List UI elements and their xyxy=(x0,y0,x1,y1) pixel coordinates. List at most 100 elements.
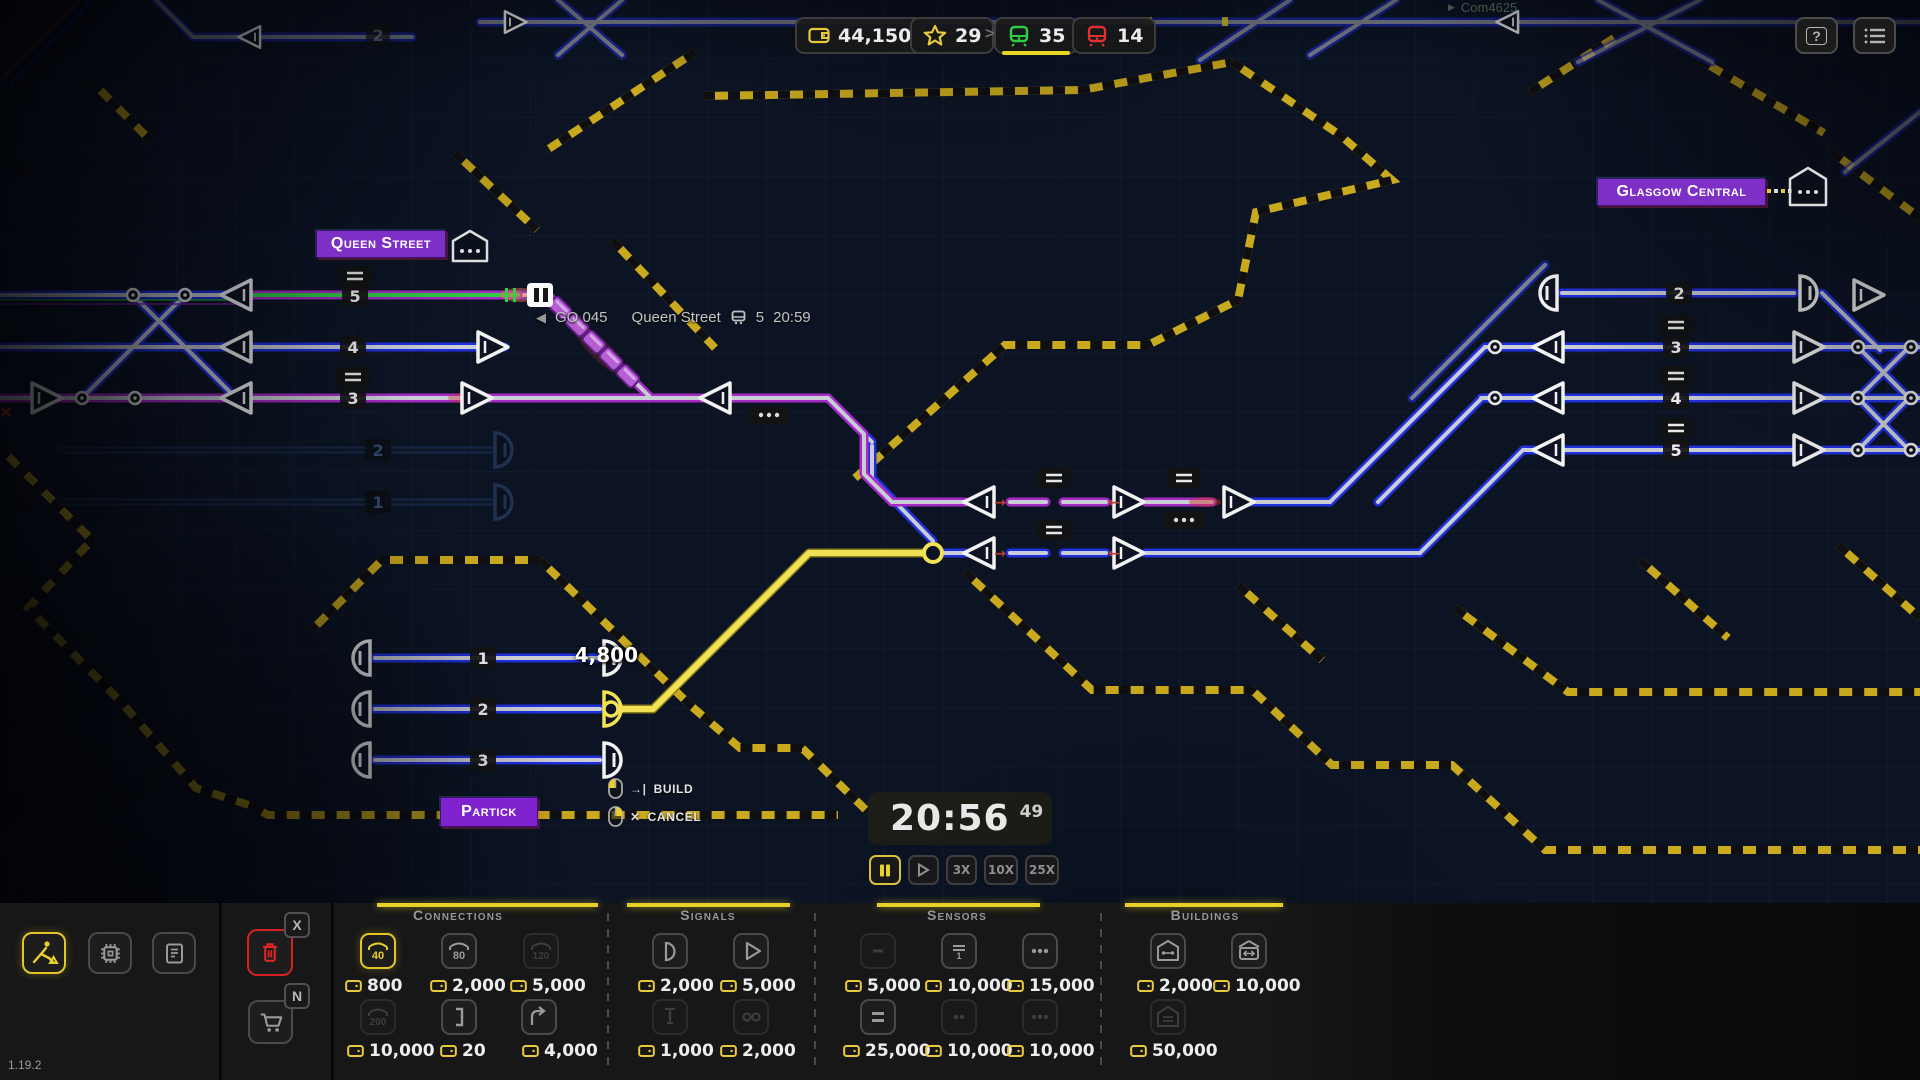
equals-icon xyxy=(872,1012,884,1022)
trains-inactive-badge[interactable]: 14 xyxy=(1072,17,1157,54)
price-tag: 10,000 xyxy=(925,976,1013,996)
price-tag: 5,000 xyxy=(845,976,921,996)
build-cost: 4,800 xyxy=(574,643,638,667)
build-node[interactable] xyxy=(922,542,944,564)
section-title-buildings: Buildings xyxy=(1170,907,1240,923)
trains-inactive-value: 14 xyxy=(1117,24,1144,47)
tool-connection-40[interactable]: 40 xyxy=(360,933,396,969)
back-arrow-icon[interactable]: ◀ xyxy=(536,310,546,326)
signal-triangle-icon xyxy=(745,941,762,961)
platform-number: 4 xyxy=(347,338,358,357)
sensor-icon[interactable] xyxy=(749,406,789,424)
platform-number-ghost: 1 xyxy=(372,493,383,512)
money-badge[interactable]: 44,150 xyxy=(795,17,925,54)
tool-auto-signal[interactable] xyxy=(733,933,769,969)
active-underline xyxy=(1002,51,1071,55)
sensor-icon[interactable] xyxy=(1164,511,1204,529)
help-icon: ? xyxy=(1806,26,1827,45)
speed-25x-button[interactable]: 25X xyxy=(1025,855,1059,885)
buffer-cap[interactable] xyxy=(1538,274,1559,312)
pause-button[interactable] xyxy=(869,855,901,885)
section-divider xyxy=(1100,913,1102,1070)
buffer-cap-highlighted[interactable] xyxy=(602,690,623,728)
journal-mode-button[interactable] xyxy=(152,932,196,974)
track-map[interactable]: 5 4 3 2 1 2 2 3 4 5 1 2 3 → ← → ← xyxy=(0,0,1920,903)
buffer-cap[interactable] xyxy=(351,741,372,779)
buffer-cap[interactable] xyxy=(602,741,623,779)
play-button[interactable] xyxy=(908,855,939,885)
speed-10x-button[interactable]: 10X xyxy=(984,855,1018,885)
platform-number: 2 xyxy=(477,700,488,719)
station-label-glasgow-central[interactable]: Glasgow Central xyxy=(1597,178,1766,206)
help-button[interactable]: ? xyxy=(1795,17,1838,54)
platform-number: 3 xyxy=(477,751,488,770)
tool-buffer-stop[interactable] xyxy=(441,999,477,1035)
price-tag: 5,000 xyxy=(510,976,586,996)
tool-platform[interactable] xyxy=(1150,933,1186,969)
svg-text:1: 1 xyxy=(956,951,961,961)
station-house-icon[interactable] xyxy=(449,228,491,264)
section-divider xyxy=(814,913,816,1070)
svg-text:40: 40 xyxy=(372,950,384,962)
tool-sensor-lines[interactable]: 1 xyxy=(941,933,977,969)
buy-hotkey-badge: N xyxy=(284,983,310,1009)
stars-badge[interactable]: 29 xyxy=(910,17,995,54)
platform-number: 3 xyxy=(347,389,358,408)
build-mode-button[interactable] xyxy=(22,932,66,974)
stars-value: 29 xyxy=(955,24,982,47)
price-tag: 15,000 xyxy=(1007,976,1095,996)
buffer-cap[interactable] xyxy=(351,690,372,728)
buffer-cap[interactable] xyxy=(1798,274,1819,312)
cart-icon xyxy=(260,1013,282,1032)
station-house-icon[interactable] xyxy=(1786,164,1830,210)
trains-active-badge[interactable]: 35 xyxy=(994,17,1079,55)
platform-number-ghost: 2 xyxy=(372,441,383,460)
price-tag: 10,000 xyxy=(925,1041,1013,1061)
tool-sensor-three-dots-b[interactable] xyxy=(1022,999,1058,1035)
platform-number: 5 xyxy=(349,287,360,306)
tool-connection-120[interactable]: 120 xyxy=(523,933,559,969)
speed-3x-button[interactable]: 3X xyxy=(946,855,977,885)
train-destination: Queen Street xyxy=(631,309,721,326)
price-tag: 2,000 xyxy=(720,1041,796,1061)
buffer-cap-ghost[interactable] xyxy=(493,431,514,469)
circuits-mode-button[interactable] xyxy=(88,932,132,974)
tool-connection-200[interactable]: 200 xyxy=(360,999,396,1035)
buffer-cap-ghost[interactable] xyxy=(493,483,514,521)
tool-sensor-dots[interactable] xyxy=(1022,933,1058,969)
train-info[interactable]: ◀ GO 045 Queen Street 5 20:59 xyxy=(536,309,811,326)
station-label-queen-street[interactable]: Queen Street xyxy=(316,230,446,258)
tool-sensor-single[interactable] xyxy=(860,933,896,969)
train-platform: 5 xyxy=(755,309,765,326)
station-label-partick[interactable]: Partick xyxy=(440,797,538,827)
train-icon xyxy=(731,310,746,325)
three-dots-icon xyxy=(1031,1014,1049,1020)
play-icon xyxy=(918,863,930,877)
construction-worker-icon xyxy=(32,941,59,964)
price-tag: 1,000 xyxy=(638,1041,714,1061)
build-label: BUILD xyxy=(653,781,694,796)
tool-signal[interactable] xyxy=(652,933,688,969)
tool-connection-80[interactable]: 80 xyxy=(441,933,477,969)
tool-station-extension[interactable] xyxy=(1231,933,1267,969)
mouse-right-icon xyxy=(608,806,623,827)
version-label: 1.19.2 xyxy=(8,1058,42,1072)
tool-sensor-equals[interactable] xyxy=(860,999,896,1035)
tool-sensor-two-dots[interactable] xyxy=(941,999,977,1035)
train-red-icon xyxy=(1087,25,1107,47)
menu-button[interactable] xyxy=(1853,17,1896,54)
svg-text:200: 200 xyxy=(370,1017,387,1028)
train-green-icon xyxy=(1009,25,1029,47)
track-map-canvas[interactable]: 5 4 3 2 1 2 2 3 4 5 1 2 3 → ← → ← xyxy=(0,0,1920,903)
cancel-label: CANCEL xyxy=(647,809,702,824)
three-dots-icon xyxy=(1031,948,1049,954)
play-indicator-icon: ▶ xyxy=(1448,2,1455,12)
price-tag: 5,000 xyxy=(720,976,796,996)
tool-double-signal[interactable] xyxy=(733,999,769,1035)
chip-icon xyxy=(100,943,120,963)
tool-depot[interactable] xyxy=(1150,999,1186,1035)
tool-gantry-signal[interactable] xyxy=(652,999,688,1035)
tool-switch-curve[interactable] xyxy=(521,999,557,1035)
bridge-40-icon: 40 xyxy=(368,942,388,962)
buffer-cap[interactable] xyxy=(351,639,372,677)
